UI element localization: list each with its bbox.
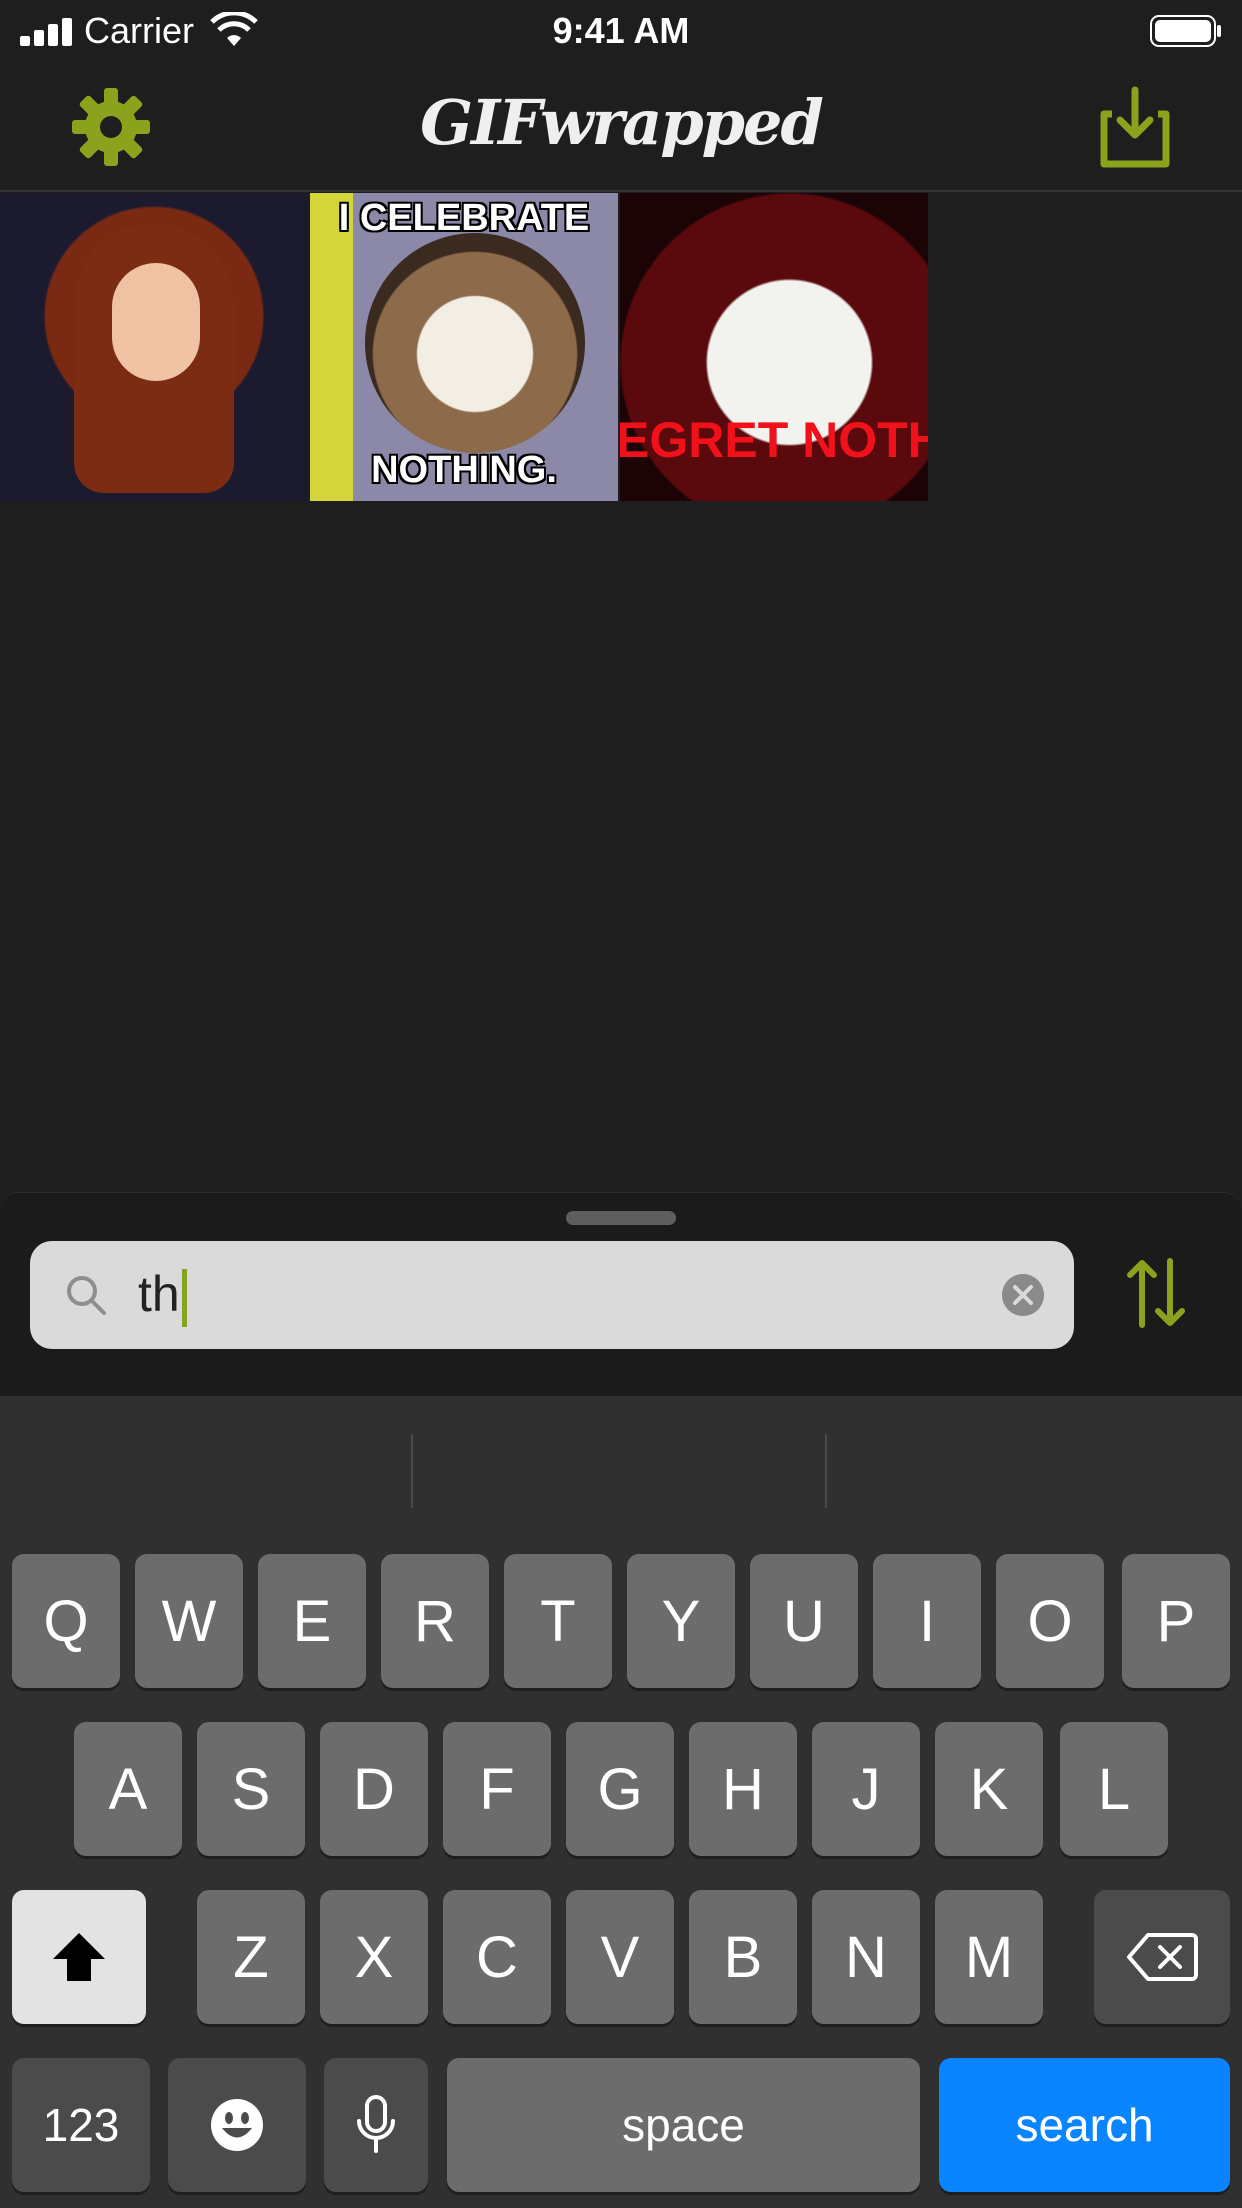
- sort-arrows-icon[interactable]: [1124, 1257, 1188, 1329]
- key-i[interactable]: I: [873, 1554, 981, 1688]
- emoji-face-icon: [211, 2099, 263, 2151]
- key-e[interactable]: E: [258, 1554, 366, 1688]
- space-key[interactable]: space: [447, 2058, 920, 2192]
- key-v[interactable]: V: [566, 1890, 674, 2024]
- key-r[interactable]: R: [381, 1554, 489, 1688]
- gif-thumbnail-chicken[interactable]: EGRET NOTH: [620, 193, 928, 501]
- backspace-icon: [1127, 1933, 1198, 1981]
- keyboard: Q W E R T Y U I O P A S D F G H J K L Z …: [0, 1396, 1242, 2208]
- clear-circle-icon[interactable]: [1002, 1274, 1044, 1316]
- search-key-label: search: [1015, 2099, 1154, 2151]
- magnifier-icon: [67, 1276, 106, 1315]
- suggestion-divider: [825, 1434, 827, 1508]
- key-g[interactable]: G: [566, 1722, 674, 1856]
- numbers-key[interactable]: 123: [12, 2058, 150, 2192]
- text-caret: [181, 1268, 187, 1327]
- status-time: 9:41 AM: [552, 10, 690, 51]
- numbers-key-label: 123: [42, 2099, 120, 2151]
- key-o[interactable]: O: [996, 1554, 1104, 1688]
- key-p[interactable]: P: [1122, 1554, 1230, 1688]
- gif-thumbnail-woman[interactable]: [0, 193, 308, 501]
- key-q[interactable]: Q: [12, 1554, 120, 1688]
- key-w[interactable]: W: [135, 1554, 243, 1688]
- emoji-key[interactable]: [168, 2058, 306, 2192]
- tray-download-icon[interactable]: [1100, 86, 1170, 168]
- drag-handle[interactable]: [566, 1211, 676, 1225]
- search-input-text: th: [138, 1266, 180, 1322]
- key-d[interactable]: D: [320, 1722, 428, 1856]
- key-y[interactable]: Y: [627, 1554, 735, 1688]
- key-b[interactable]: B: [689, 1890, 797, 2024]
- key-m[interactable]: M: [935, 1890, 1043, 2024]
- shift-key[interactable]: [12, 1890, 146, 2024]
- gif-image-face: [112, 263, 200, 381]
- search-key[interactable]: search: [939, 2058, 1230, 2192]
- key-s[interactable]: S: [197, 1722, 305, 1856]
- search-input[interactable]: th: [138, 1265, 998, 1327]
- search-panel: th: [0, 1192, 1242, 1397]
- key-n[interactable]: N: [812, 1890, 920, 2024]
- gif-caption-text: EGRET NOTH: [620, 412, 928, 468]
- key-z[interactable]: Z: [197, 1890, 305, 2024]
- key-h[interactable]: H: [689, 1722, 797, 1856]
- key-j[interactable]: J: [812, 1722, 920, 1856]
- space-key-label: space: [622, 2099, 745, 2151]
- dictation-key[interactable]: [324, 2058, 428, 2192]
- gif-image: [365, 233, 585, 453]
- delete-key[interactable]: [1094, 1890, 1230, 2024]
- navigation-bar: GIFwrapped: [0, 62, 1242, 192]
- app-title: GIFwrapped: [420, 86, 824, 159]
- status-bar: Carrier 9:41 AM: [0, 0, 1242, 62]
- key-c[interactable]: C: [443, 1890, 551, 2024]
- key-k[interactable]: K: [935, 1722, 1043, 1856]
- key-f[interactable]: F: [443, 1722, 551, 1856]
- key-u[interactable]: U: [750, 1554, 858, 1688]
- gif-thumbnail-grumpy-cat[interactable]: I CELEBRATE NOTHING.: [310, 193, 618, 501]
- search-field[interactable]: th: [30, 1241, 1074, 1349]
- key-a[interactable]: A: [74, 1722, 182, 1856]
- microphone-icon: [357, 2095, 395, 2153]
- key-l[interactable]: L: [1060, 1722, 1168, 1856]
- key-t[interactable]: T: [504, 1554, 612, 1688]
- key-x[interactable]: X: [320, 1890, 428, 2024]
- shift-arrow-icon: [53, 1933, 105, 1981]
- meme-top-text: I CELEBRATE: [338, 197, 590, 239]
- battery-icon: [1150, 15, 1221, 47]
- meme-bottom-text: NOTHING.: [371, 449, 557, 491]
- suggestion-divider: [411, 1434, 413, 1508]
